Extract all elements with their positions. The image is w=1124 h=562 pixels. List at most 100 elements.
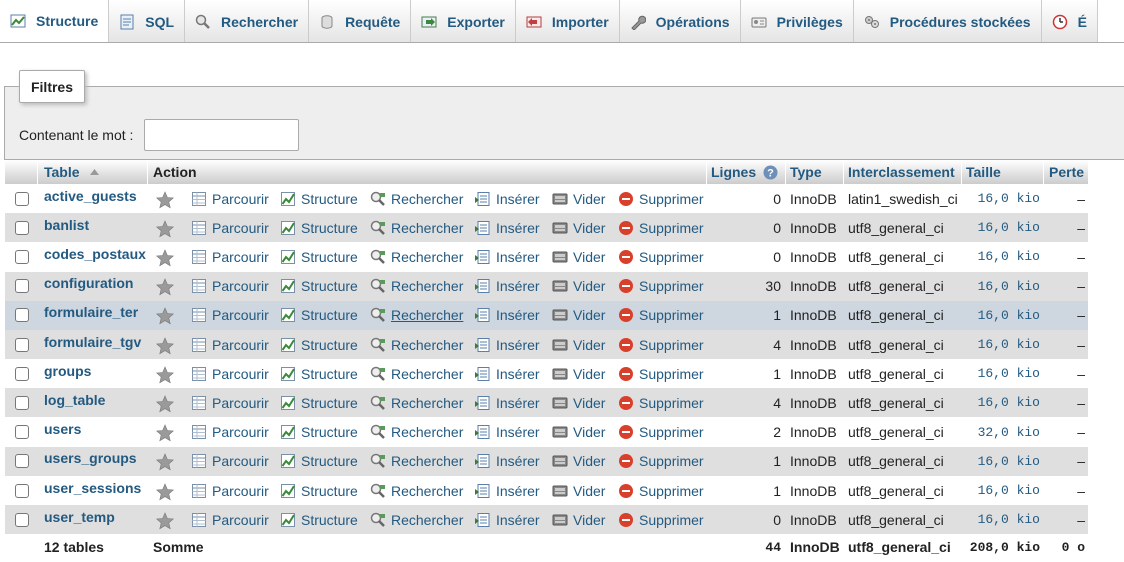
favorite-star-icon[interactable]: [156, 273, 174, 302]
action-drop[interactable]: Supprimer: [618, 388, 704, 417]
action-structure[interactable]: Structure: [280, 301, 358, 330]
action-browse[interactable]: Parcourir: [191, 301, 269, 330]
action-browse[interactable]: Parcourir: [191, 505, 269, 534]
table-size[interactable]: 16,0 kio: [966, 272, 1040, 301]
action-search[interactable]: Rechercher: [370, 242, 463, 271]
tab-3[interactable]: Requête: [309, 0, 412, 42]
row-checkbox[interactable]: [15, 512, 29, 527]
table-name-link[interactable]: formulaire_ter: [44, 298, 138, 327]
action-browse[interactable]: Parcourir: [191, 184, 269, 213]
favorite-star-icon[interactable]: [156, 331, 174, 360]
action-browse[interactable]: Parcourir: [191, 330, 269, 359]
row-checkbox[interactable]: [15, 220, 29, 235]
action-drop[interactable]: Supprimer: [618, 242, 704, 271]
col-header-collation[interactable]: Interclassement: [848, 160, 955, 184]
table-size[interactable]: 16,0 kio: [966, 447, 1040, 476]
table-name-link[interactable]: user_temp: [44, 502, 115, 531]
table-size[interactable]: 16,0 kio: [966, 213, 1040, 242]
action-insert[interactable]: Insérer: [475, 447, 540, 476]
action-insert[interactable]: Insérer: [475, 242, 540, 271]
favorite-star-icon[interactable]: [156, 477, 174, 506]
table-name-link[interactable]: user_sessions: [44, 473, 141, 502]
filter-input[interactable]: [144, 119, 299, 151]
action-structure[interactable]: Structure: [280, 359, 358, 388]
action-structure[interactable]: Structure: [280, 505, 358, 534]
action-drop[interactable]: Supprimer: [618, 272, 704, 301]
table-name-link[interactable]: formulaire_tgv: [44, 327, 141, 356]
table-size[interactable]: 32,0 kio: [966, 418, 1040, 447]
action-empty[interactable]: Vider: [552, 418, 605, 447]
action-empty[interactable]: Vider: [552, 359, 605, 388]
action-structure[interactable]: Structure: [280, 388, 358, 417]
action-drop[interactable]: Supprimer: [618, 418, 704, 447]
action-search[interactable]: Rechercher: [370, 184, 463, 213]
action-insert[interactable]: Insérer: [475, 388, 540, 417]
action-search[interactable]: Rechercher: [370, 330, 463, 359]
action-insert[interactable]: Insérer: [475, 213, 540, 242]
action-search[interactable]: Rechercher: [370, 301, 463, 330]
action-empty[interactable]: Vider: [552, 301, 605, 330]
action-empty[interactable]: Vider: [552, 184, 605, 213]
action-insert[interactable]: Insérer: [475, 418, 540, 447]
action-structure[interactable]: Structure: [280, 242, 358, 271]
action-drop[interactable]: Supprimer: [618, 476, 704, 505]
action-empty[interactable]: Vider: [552, 476, 605, 505]
row-checkbox[interactable]: [15, 308, 29, 323]
action-browse[interactable]: Parcourir: [191, 272, 269, 301]
table-name-link[interactable]: active_guests: [44, 181, 137, 210]
favorite-star-icon[interactable]: [156, 506, 174, 535]
table-name-link[interactable]: codes_postaux: [44, 239, 146, 268]
table-size[interactable]: 16,0 kio: [966, 359, 1040, 388]
col-header-size[interactable]: Taille: [966, 160, 1001, 184]
action-search[interactable]: Rechercher: [370, 505, 463, 534]
action-structure[interactable]: Structure: [280, 418, 358, 447]
action-empty[interactable]: Vider: [552, 447, 605, 476]
action-insert[interactable]: Insérer: [475, 184, 540, 213]
action-search[interactable]: Rechercher: [370, 418, 463, 447]
table-name-link[interactable]: configuration: [44, 269, 133, 298]
action-browse[interactable]: Parcourir: [191, 242, 269, 271]
favorite-star-icon[interactable]: [156, 243, 174, 272]
tab-0[interactable]: Structure: [0, 0, 110, 42]
action-empty[interactable]: Vider: [552, 272, 605, 301]
table-size[interactable]: 16,0 kio: [966, 184, 1040, 213]
row-checkbox[interactable]: [15, 279, 29, 294]
action-insert[interactable]: Insérer: [475, 505, 540, 534]
action-search[interactable]: Rechercher: [370, 388, 463, 417]
favorite-star-icon[interactable]: [156, 389, 174, 418]
action-browse[interactable]: Parcourir: [191, 359, 269, 388]
tab-8[interactable]: Procédures stockées: [853, 0, 1042, 42]
favorite-star-icon[interactable]: [156, 302, 174, 331]
col-header-type[interactable]: Type: [790, 160, 822, 184]
favorite-star-icon[interactable]: [156, 214, 174, 243]
table-name-link[interactable]: users: [44, 415, 81, 444]
action-browse[interactable]: Parcourir: [191, 476, 269, 505]
tab-7[interactable]: Privilèges: [740, 0, 854, 42]
tab-5[interactable]: Importer: [515, 0, 620, 42]
action-drop[interactable]: Supprimer: [618, 213, 704, 242]
col-header-rows[interactable]: Lignes ?: [711, 160, 778, 184]
row-checkbox[interactable]: [15, 425, 29, 440]
action-browse[interactable]: Parcourir: [191, 418, 269, 447]
action-empty[interactable]: Vider: [552, 242, 605, 271]
action-structure[interactable]: Structure: [280, 184, 358, 213]
action-structure[interactable]: Structure: [280, 272, 358, 301]
row-checkbox[interactable]: [15, 191, 29, 206]
tab-6[interactable]: Opérations: [619, 0, 741, 42]
table-size[interactable]: 16,0 kio: [966, 388, 1040, 417]
action-drop[interactable]: Supprimer: [618, 447, 704, 476]
table-size[interactable]: 16,0 kio: [966, 301, 1040, 330]
action-insert[interactable]: Insérer: [475, 476, 540, 505]
tab-9[interactable]: É: [1041, 0, 1098, 42]
row-checkbox[interactable]: [15, 395, 29, 410]
table-size[interactable]: 16,0 kio: [966, 476, 1040, 505]
action-search[interactable]: Rechercher: [370, 447, 463, 476]
table-size[interactable]: 16,0 kio: [966, 330, 1040, 359]
row-checkbox[interactable]: [15, 454, 29, 469]
action-drop[interactable]: Supprimer: [618, 359, 704, 388]
action-insert[interactable]: Insérer: [475, 330, 540, 359]
action-empty[interactable]: Vider: [552, 330, 605, 359]
table-name-link[interactable]: banlist: [44, 210, 89, 239]
action-structure[interactable]: Structure: [280, 476, 358, 505]
col-header-overhead[interactable]: Perte: [1049, 160, 1084, 184]
